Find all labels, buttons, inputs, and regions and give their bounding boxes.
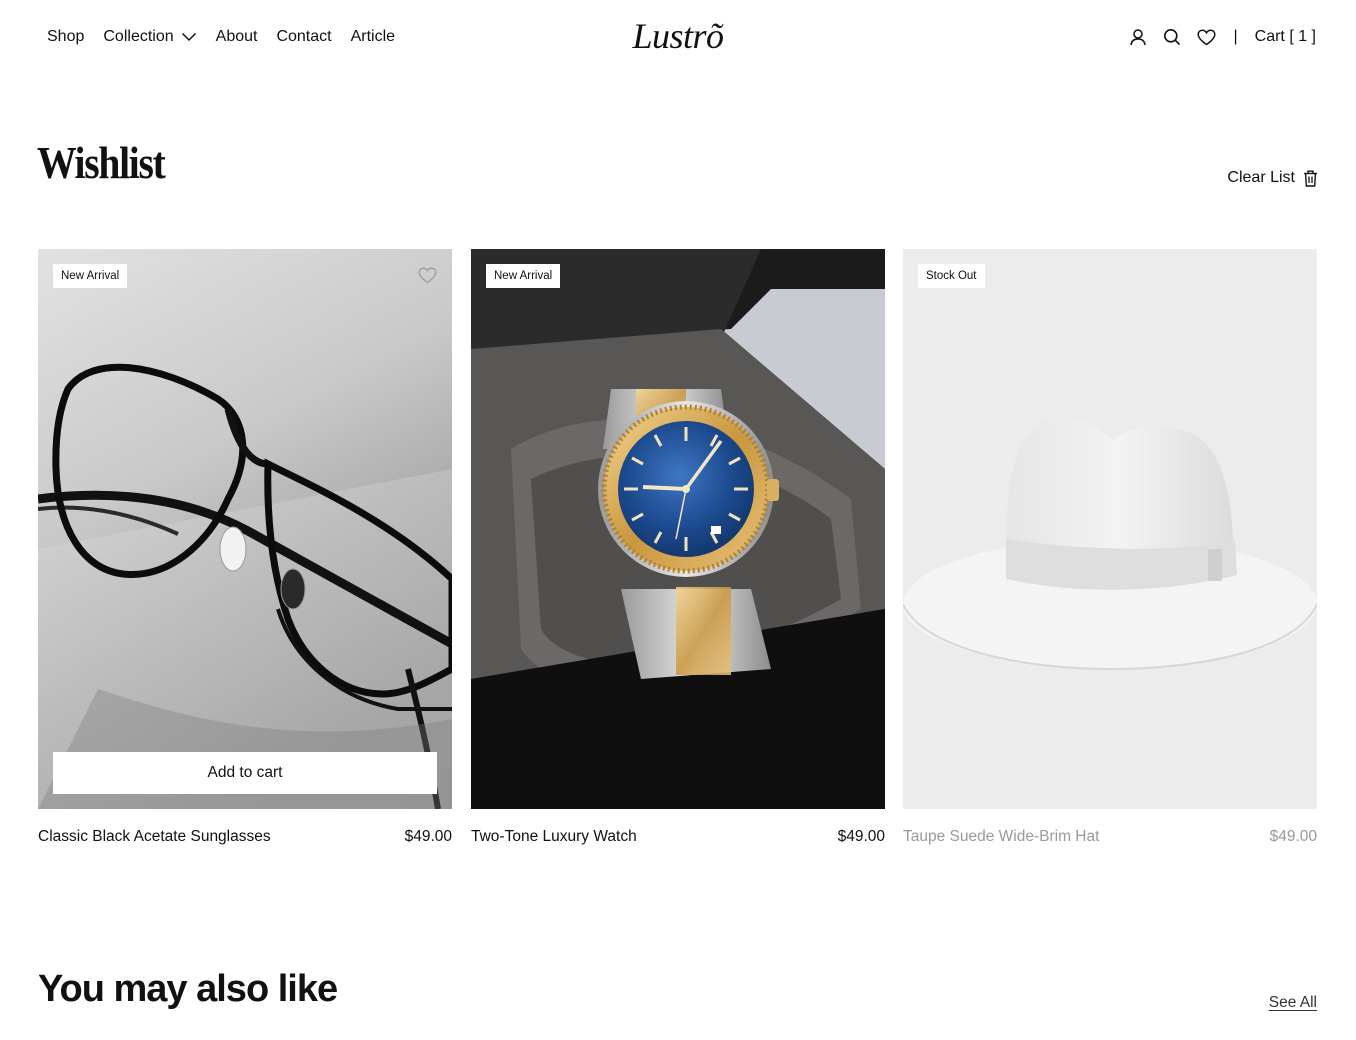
heart-icon[interactable] [1196,26,1216,48]
hat-illustration [903,249,1317,809]
product-price: $49.00 [1269,828,1317,845]
watch-illustration [471,249,885,809]
product-card[interactable]: New Arrival Add to cart Classic Black Ac… [38,249,452,847]
product-badge: New Arrival [53,264,128,288]
header-utilities: | Cart [ 1 ] [1114,26,1316,48]
clear-list-label: Clear List [1227,169,1295,186]
add-to-cart-button[interactable]: Add to cart [53,752,437,794]
cart-link[interactable]: Cart [ 1 ] [1255,27,1316,47]
heart-icon[interactable] [417,265,437,285]
product-badge: Stock Out [918,264,985,288]
product-image-watch[interactable]: New Arrival [471,249,885,809]
user-icon[interactable] [1128,26,1148,48]
search-icon[interactable] [1162,26,1182,48]
eyeglasses-illustration [38,249,452,809]
recommendations-title: You may also like [38,968,338,1010]
product-image-hat[interactable]: Stock Out [903,249,1317,809]
product-price: $49.00 [837,828,885,845]
product-info: Taupe Suede Wide-Brim Hat $49.00 [903,827,1317,847]
product-card[interactable]: Stock Out Taupe Suede Wide-Brim Hat $49.… [903,249,1317,847]
product-badge: New Arrival [486,264,561,288]
product-card[interactable]: New Arrival Two-Tone Luxury Watch $49.00 [471,249,885,847]
see-all-link[interactable]: See All [1269,993,1317,1013]
product-info: Two-Tone Luxury Watch $49.00 [471,827,885,847]
clear-list-button[interactable]: Clear List [1227,168,1318,188]
product-price: $49.00 [404,828,452,845]
site-header: Shop Collection About Contact Article Lu… [0,0,1356,76]
product-name[interactable]: Classic Black Acetate Sunglasses [38,827,271,847]
trash-icon [1303,170,1318,187]
page-title: Wishlist [37,137,166,188]
product-name[interactable]: Two-Tone Luxury Watch [471,827,637,847]
product-info: Classic Black Acetate Sunglasses $49.00 [38,827,452,847]
header-separator: | [1233,28,1238,45]
product-name[interactable]: Taupe Suede Wide-Brim Hat [903,827,1099,847]
product-image-eyeglasses[interactable]: New Arrival Add to cart [38,249,452,809]
